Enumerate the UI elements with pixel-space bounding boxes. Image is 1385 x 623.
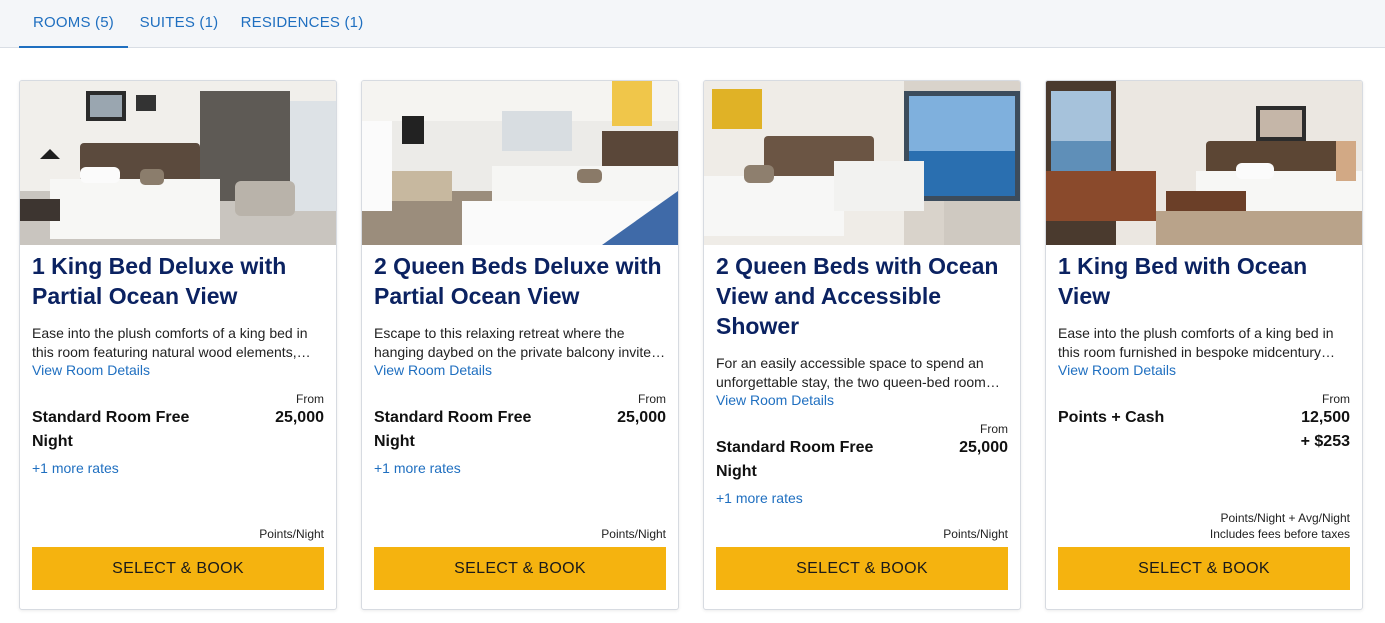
room-description: Escape to this relaxing retreat where th… [374,325,659,360]
room-description: For an easily accessible space to spend … [716,355,986,390]
tab-rooms[interactable]: ROOMS (5) [19,0,128,48]
room-photo[interactable] [1046,81,1362,245]
room-photo[interactable] [362,81,678,245]
room-card: 1 King Bed Deluxe with Partial Ocean Vie… [19,80,337,610]
points-price: 25,000 [959,439,1008,456]
cash-price: + $253 [1300,433,1350,450]
view-room-details-link[interactable]: View Room Details [716,391,834,410]
room-title: 2 Queen Beds Deluxe with Partial Ocean V… [374,253,662,309]
select-and-book-button[interactable]: SELECT & BOOK [374,547,666,590]
from-label: From [638,392,666,406]
tab-suites[interactable]: SUITES (1) [136,0,222,48]
select-and-book-button[interactable]: SELECT & BOOK [1058,547,1350,590]
tab-residences[interactable]: RESIDENCES (1) [240,0,364,48]
room-title: 2 Queen Beds with Ocean View and Accessi… [716,253,999,339]
room-photo[interactable] [704,81,1020,245]
points-price: 12,500 [1301,409,1350,426]
from-label: From [980,422,1008,436]
points-price: 25,000 [275,409,324,426]
rate-name: Standard Room Free Night [374,409,532,450]
from-label: From [296,392,324,406]
view-room-details-link[interactable]: View Room Details [1058,361,1176,380]
from-label: From [1322,392,1350,406]
view-room-details-link[interactable]: View Room Details [374,361,492,380]
more-rates-link[interactable]: +1 more rates [716,490,803,506]
rate-name: Points + Cash [1058,409,1165,426]
room-description: Ease into the plush comforts of a king b… [1058,325,1334,360]
select-and-book-button[interactable]: SELECT & BOOK [32,547,324,590]
more-rates-link[interactable]: +1 more rates [32,460,119,476]
room-title: 1 King Bed Deluxe with Partial Ocean Vie… [32,253,287,309]
fees-note: Includes fees before taxes [1209,527,1350,541]
price-unit: Points/Night [601,527,666,541]
price-unit: Points/Night [943,527,1008,541]
room-card: 2 Queen Beds with Ocean View and Accessi… [703,80,1021,610]
more-rates-link[interactable]: +1 more rates [374,460,461,476]
price-unit: Points/Night [259,527,324,541]
room-card: 1 King Bed with Ocean View Ease into the… [1045,80,1363,610]
rate-name: Standard Room Free Night [32,409,190,450]
points-price: 25,000 [617,409,666,426]
room-photo[interactable] [20,81,336,245]
room-card: 2 Queen Beds Deluxe with Partial Ocean V… [361,80,679,610]
select-and-book-button[interactable]: SELECT & BOOK [716,547,1008,590]
room-title: 1 King Bed with Ocean View [1058,253,1308,309]
rate-name: Standard Room Free Night [716,439,874,480]
price-unit: Points/Night + Avg/Night [1220,511,1350,525]
view-room-details-link[interactable]: View Room Details [32,361,150,380]
room-type-tabs: ROOMS (5) SUITES (1) RESIDENCES (1) [0,0,1385,48]
room-description: Ease into the plush comforts of a king b… [32,325,308,360]
